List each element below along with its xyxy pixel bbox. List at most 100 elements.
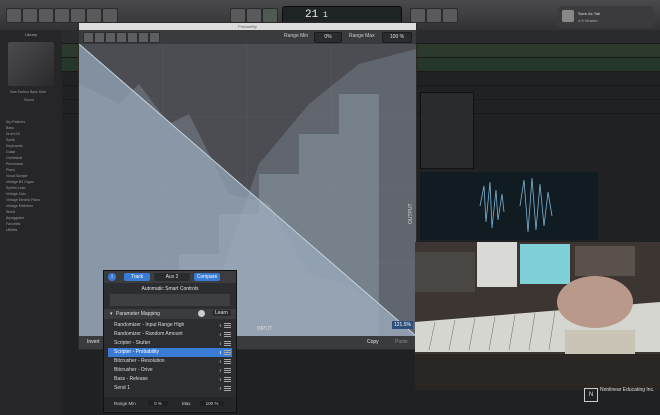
- cycle-icon[interactable]: [410, 8, 426, 23]
- mixer-icon[interactable]: [86, 8, 102, 23]
- list-icon[interactable]: [224, 377, 231, 382]
- patch-image: [8, 42, 54, 86]
- library-item[interactable]: Piano: [6, 168, 15, 172]
- library-item[interactable]: Vintage Electric Piano: [6, 198, 40, 202]
- range-min-label: Range Min: [114, 401, 136, 406]
- copy-button[interactable]: Copy: [367, 339, 379, 345]
- lcd-beat: 1: [323, 11, 328, 20]
- mapping-row[interactable]: Scripter - Stutter ⬍: [108, 339, 232, 348]
- mapping-row[interactable]: Bitcrusher - Drive ⬍: [108, 366, 232, 375]
- mapping-triangle-icon[interactable]: ▾: [110, 311, 113, 317]
- parameter-mapping-label: Parameter Mapping: [116, 311, 160, 317]
- pencil-tool-icon[interactable]: [83, 32, 94, 43]
- library-item[interactable]: Arpeggiator: [6, 216, 24, 220]
- paste-button[interactable]: Paste: [395, 339, 408, 345]
- curve-tool-icon[interactable]: [105, 32, 116, 43]
- library-item[interactable]: World: [6, 210, 15, 214]
- ramp-tool-icon[interactable]: [116, 32, 127, 43]
- library-panel: Library Saw Techno Bass Sme Sound Arp Pa…: [0, 30, 63, 415]
- random-tool-icon[interactable]: [149, 32, 160, 43]
- popup-arrow-icon[interactable]: ⬍: [219, 375, 222, 384]
- mapping-row[interactable]: Bitcrusher - Resolution ⬍: [108, 357, 232, 366]
- popup-arrow-icon[interactable]: ⬍: [219, 357, 222, 366]
- tuner-icon[interactable]: [426, 8, 442, 23]
- list-icon[interactable]: [224, 368, 231, 373]
- sine-tool-icon[interactable]: [138, 32, 149, 43]
- library-item[interactable]: Vintage Clav: [6, 192, 26, 196]
- mapping-row[interactable]: Randomizer - Input Range High ⬍: [108, 321, 232, 330]
- plugin-title: Probability: [238, 24, 257, 29]
- waveform-svg: [479, 177, 553, 233]
- library-item[interactable]: Bass: [6, 126, 14, 130]
- popup-arrow-icon[interactable]: ⬍: [219, 330, 222, 339]
- library-item[interactable]: Percussion: [6, 162, 23, 166]
- plugin-header: Range Min 0% Range Max 100 %: [79, 30, 416, 45]
- list-icon[interactable]: [224, 341, 231, 346]
- lcd-bar: 21: [305, 9, 319, 21]
- toolbar-icon[interactable]: [54, 8, 70, 23]
- library-icon[interactable]: [6, 8, 22, 23]
- step-tool-icon[interactable]: [127, 32, 138, 43]
- mapping-row[interactable]: Send 1 ⬍: [108, 384, 232, 393]
- range-min-label: Range Min: [284, 33, 309, 39]
- library-item[interactable]: Favorites: [6, 222, 20, 226]
- list-icon[interactable]: [224, 323, 231, 328]
- notification-title: Save As Tab: [578, 11, 601, 16]
- library-item[interactable]: Vintage Mellotron: [6, 204, 33, 208]
- library-item[interactable]: Arp Patches: [6, 120, 25, 124]
- range-max-field[interactable]: 100 %: [200, 401, 224, 406]
- forward-icon[interactable]: [246, 8, 262, 23]
- library-item[interactable]: Orchestral: [6, 156, 22, 160]
- editors-icon[interactable]: [102, 8, 118, 23]
- library-item[interactable]: Keyboards: [6, 144, 23, 148]
- library-item[interactable]: Synth: [6, 138, 15, 142]
- range-controls: Range Min 0 % Max 100 %: [104, 397, 236, 411]
- popup-arrow-icon[interactable]: ⬍: [219, 321, 222, 330]
- help-icon[interactable]: [38, 8, 54, 23]
- list-icon[interactable]: [224, 359, 231, 364]
- library-item[interactable]: Vocal Sample: [6, 174, 27, 178]
- line-tool-icon[interactable]: [94, 32, 105, 43]
- list-icon[interactable]: [224, 332, 231, 337]
- list-icon[interactable]: [224, 386, 231, 391]
- notification-banner[interactable]: Save As Tab 4 ft Header: [558, 6, 654, 28]
- invert-button[interactable]: Invert: [87, 339, 100, 345]
- aux-selector[interactable]: Aux 2: [154, 273, 190, 281]
- library-item[interactable]: Drum Kit: [6, 132, 20, 136]
- brand-name: Nonlinear Educating Inc.: [600, 387, 655, 393]
- range-max-field[interactable]: 100 %: [382, 32, 412, 43]
- smart-controls-icon[interactable]: [70, 8, 86, 23]
- range-min-field[interactable]: 0%: [314, 32, 342, 43]
- popup-arrow-icon[interactable]: ⬍: [219, 366, 222, 375]
- mapping-row-selected[interactable]: Scripter - Probability ⬍: [108, 348, 232, 357]
- mapping-row[interactable]: Bass - Release ⬍: [108, 375, 232, 384]
- compare-button[interactable]: Compare: [194, 273, 220, 281]
- list-icon[interactable]: [224, 350, 231, 355]
- inspector-icon[interactable]: [22, 8, 38, 23]
- metronome-icon[interactable]: [442, 8, 458, 23]
- mapping-row[interactable]: Randomizer - Random Amount ⬍: [108, 330, 232, 339]
- library-item[interactable]: Synths Lead: [6, 186, 25, 190]
- app-icon: [562, 10, 574, 22]
- track-button[interactable]: Track: [124, 273, 150, 281]
- mapping-row-label: Send 1: [114, 385, 130, 391]
- library-item[interactable]: Utilities: [6, 228, 17, 232]
- range-min-field[interactable]: 0 %: [148, 401, 168, 406]
- gear-icon[interactable]: [198, 310, 205, 317]
- library-item[interactable]: Guitar: [6, 150, 16, 154]
- popup-arrow-icon[interactable]: ⬍: [219, 384, 222, 393]
- learn-button[interactable]: Learn: [212, 310, 231, 316]
- rewind-icon[interactable]: [230, 8, 246, 23]
- knob-area[interactable]: [110, 294, 230, 306]
- popup-arrow-icon[interactable]: ⬍: [219, 339, 222, 348]
- brand-mark-icon: N: [584, 388, 598, 402]
- value-readout: 121.5%: [392, 321, 413, 329]
- play-icon[interactable]: [262, 8, 278, 23]
- plugin-titlebar[interactable]: Probability: [79, 23, 416, 30]
- plugin-window-small[interactable]: [420, 92, 474, 169]
- patch-name: Saw Techno Bass Sme: [10, 90, 46, 94]
- mapping-row-label: Bitcrusher - Drive: [114, 367, 153, 373]
- info-icon[interactable]: i: [108, 273, 116, 281]
- popup-arrow-icon[interactable]: ⬍: [219, 348, 222, 357]
- library-item[interactable]: Vintage B3 Organ: [6, 180, 34, 184]
